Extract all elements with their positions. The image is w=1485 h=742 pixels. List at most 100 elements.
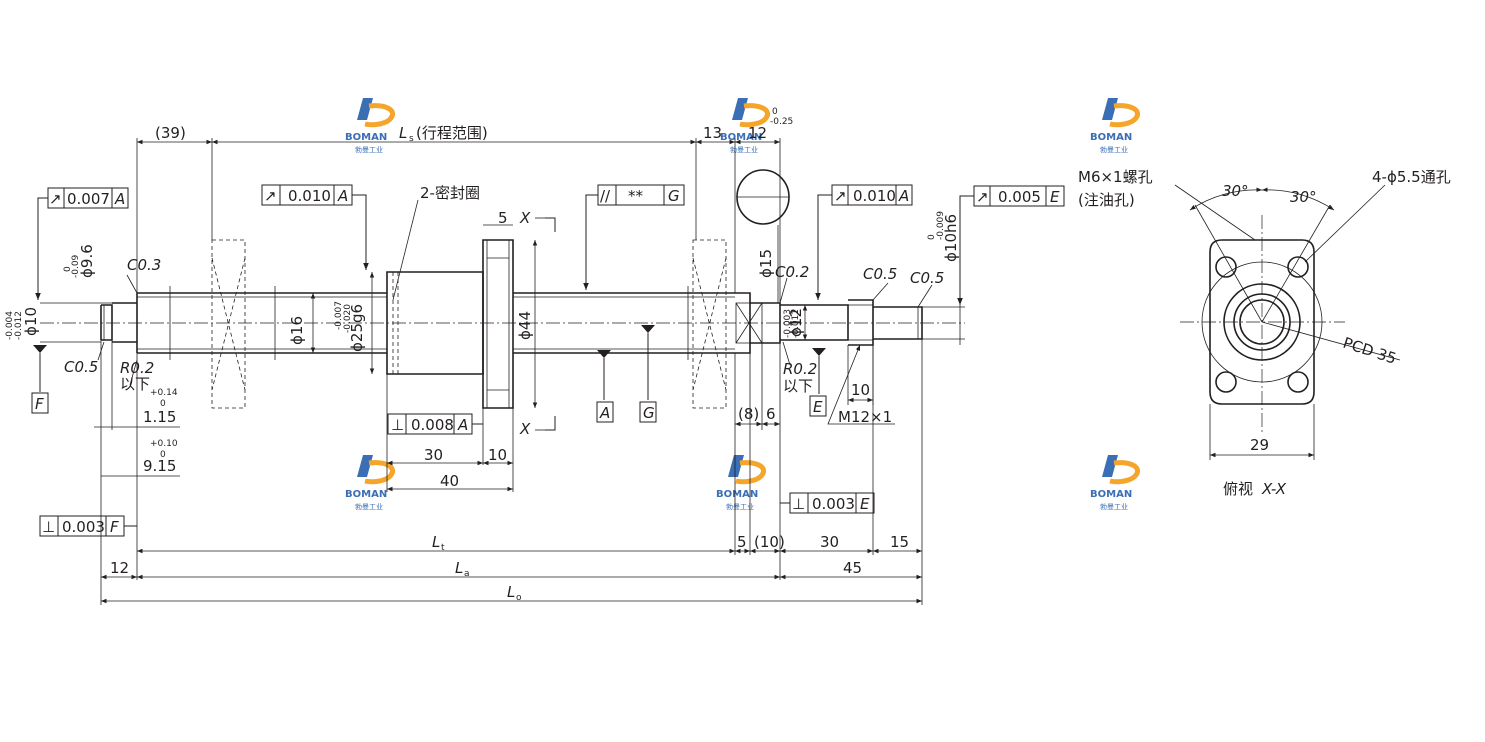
svg-text:0.008: 0.008 [411, 416, 454, 434]
svg-text:-0.009: -0.009 [936, 211, 946, 240]
svg-text:⊥: ⊥ [42, 518, 55, 536]
svg-text:13: 13 [703, 124, 722, 142]
svg-text:-0.012: -0.012 [14, 311, 24, 340]
svg-text:30°: 30° [1222, 182, 1249, 200]
svg-text:-0.020: -0.020 [343, 304, 353, 333]
boman-logo-1: BOMAN 勃曼工业 [345, 98, 395, 154]
svg-text:⊥: ⊥ [391, 416, 404, 434]
datum-triangle-a [597, 350, 611, 358]
svg-text:s: s [409, 134, 414, 144]
datum-box-a: A [596, 358, 614, 423]
tolerance-frame-perp-left: ⊥ 0.003 F [39, 515, 137, 537]
svg-text:BOMAN: BOMAN [1090, 132, 1132, 143]
svg-text:G: G [643, 404, 655, 422]
svg-text:6: 6 [766, 405, 776, 423]
svg-text:BOMAN: BOMAN [345, 132, 387, 143]
svg-text:5: 5 [737, 533, 747, 551]
svg-text:0.010: 0.010 [853, 187, 896, 205]
svg-text:L: L [455, 559, 463, 577]
svg-text:(10): (10) [754, 533, 785, 551]
boman-logo-4: BOMAN 勃曼工业 [345, 455, 395, 511]
tolerance-frame-perp-flange: ⊥ 0.008 A [387, 413, 483, 435]
svg-text:M12×1: M12×1 [838, 408, 892, 426]
svg-text:10: 10 [851, 381, 870, 399]
svg-text:(注油孔): (注油孔) [1078, 191, 1135, 209]
svg-text:以下: 以下 [783, 377, 813, 395]
svg-text:A: A [898, 187, 909, 205]
svg-text:L: L [432, 533, 440, 551]
svg-text:C0.3: C0.3 [127, 256, 161, 274]
svg-text:↗: ↗ [49, 190, 62, 208]
svg-text:以下: 以下 [120, 375, 150, 393]
svg-text:F: F [110, 518, 119, 536]
svg-text:PCD 35: PCD 35 [1341, 334, 1399, 368]
tolerance-frame-parallel: // ** G [583, 184, 685, 290]
svg-text:勃曼工业: 勃曼工业 [1100, 502, 1128, 511]
svg-text:A: A [457, 416, 468, 434]
tolerance-frame-runout-left: ↗ 0.007 A [35, 187, 129, 300]
boman-logo-5: BOMAN 勃曼工业 [716, 455, 766, 511]
oil-slot-view [736, 169, 790, 225]
svg-text:1.15: 1.15 [143, 408, 176, 426]
svg-text:E: E [813, 398, 823, 416]
svg-text:**: ** [628, 187, 644, 205]
tolerance-frame-runout-end: ↗ 0.005 E [957, 185, 1065, 305]
svg-text:A: A [599, 404, 610, 422]
svg-text:(8): (8) [738, 405, 759, 423]
datum-box-f: F [31, 353, 49, 414]
svg-text:30°: 30° [1290, 188, 1317, 206]
svg-text:X-X: X-X [1261, 480, 1287, 498]
svg-text:2-密封圈: 2-密封圈 [420, 184, 480, 202]
svg-text:a: a [464, 569, 470, 579]
svg-text:9.15: 9.15 [143, 457, 176, 475]
svg-text:ϕ10: ϕ10 [22, 307, 40, 336]
svg-text:ϕ15: ϕ15 [757, 249, 775, 278]
svg-text:↗: ↗ [264, 187, 277, 205]
datum-triangle-f [33, 345, 47, 353]
svg-text:↗: ↗ [834, 187, 847, 205]
svg-text:⊥: ⊥ [792, 495, 805, 513]
side-view-texts: M6×1螺孔 (注油孔) 4-ϕ5.5通孔 30° 30° PCD 35 29 … [1078, 168, 1451, 498]
svg-text:勃曼工业: 勃曼工业 [355, 502, 383, 511]
svg-text:30: 30 [424, 446, 443, 464]
svg-text:(行程范围): (行程范围) [416, 124, 488, 142]
bearing-support-left [169, 239, 276, 409]
bearing-support-right [687, 239, 727, 409]
svg-text://: // [600, 187, 611, 205]
svg-text:ϕ16: ϕ16 [288, 316, 306, 345]
svg-text:ϕ44: ϕ44 [516, 311, 534, 340]
svg-text:29: 29 [1250, 436, 1269, 454]
svg-text:L: L [399, 124, 407, 142]
datum-triangle-g [641, 325, 655, 333]
svg-text:0.007: 0.007 [67, 190, 110, 208]
svg-text:0.003: 0.003 [812, 495, 855, 513]
svg-text:C0.5: C0.5 [863, 265, 897, 283]
svg-text:俯视: 俯视 [1223, 480, 1253, 498]
svg-text:45: 45 [843, 559, 862, 577]
boman-logo-3: BOMAN 勃曼工业 [1090, 98, 1140, 154]
svg-text:40: 40 [440, 472, 459, 490]
svg-text:5: 5 [498, 209, 508, 227]
svg-text:4-ϕ5.5通孔: 4-ϕ5.5通孔 [1372, 168, 1451, 186]
svg-text:A: A [337, 187, 348, 205]
svg-text:t: t [441, 543, 445, 553]
svg-text:10: 10 [488, 446, 507, 464]
svg-text:0.010: 0.010 [288, 187, 331, 205]
svg-text:↗: ↗ [976, 188, 989, 206]
svg-text:A: A [114, 190, 125, 208]
ball-screw-drawing: BOMAN 勃曼工业 BOMAN 勃曼工业 BOMAN 勃曼工业 BOMAN 勃… [5, 98, 1451, 605]
svg-text:E: E [1050, 188, 1060, 206]
svg-text:12: 12 [748, 124, 767, 142]
svg-text:勃曼工业: 勃曼工业 [1100, 145, 1128, 154]
svg-text:-0.011: -0.011 [791, 309, 801, 338]
svg-text:G: G [668, 187, 680, 205]
svg-text:-0.25: -0.25 [770, 117, 793, 127]
svg-text:0.005: 0.005 [998, 188, 1041, 206]
svg-text:C0.5: C0.5 [64, 358, 98, 376]
svg-text:0.003: 0.003 [62, 518, 105, 536]
svg-text:X: X [519, 420, 531, 438]
svg-text:F: F [35, 395, 44, 413]
svg-text:E: E [860, 495, 870, 513]
boman-logo-6: BOMAN 勃曼工业 [1090, 455, 1140, 511]
svg-text:R0.2: R0.2 [783, 360, 817, 378]
